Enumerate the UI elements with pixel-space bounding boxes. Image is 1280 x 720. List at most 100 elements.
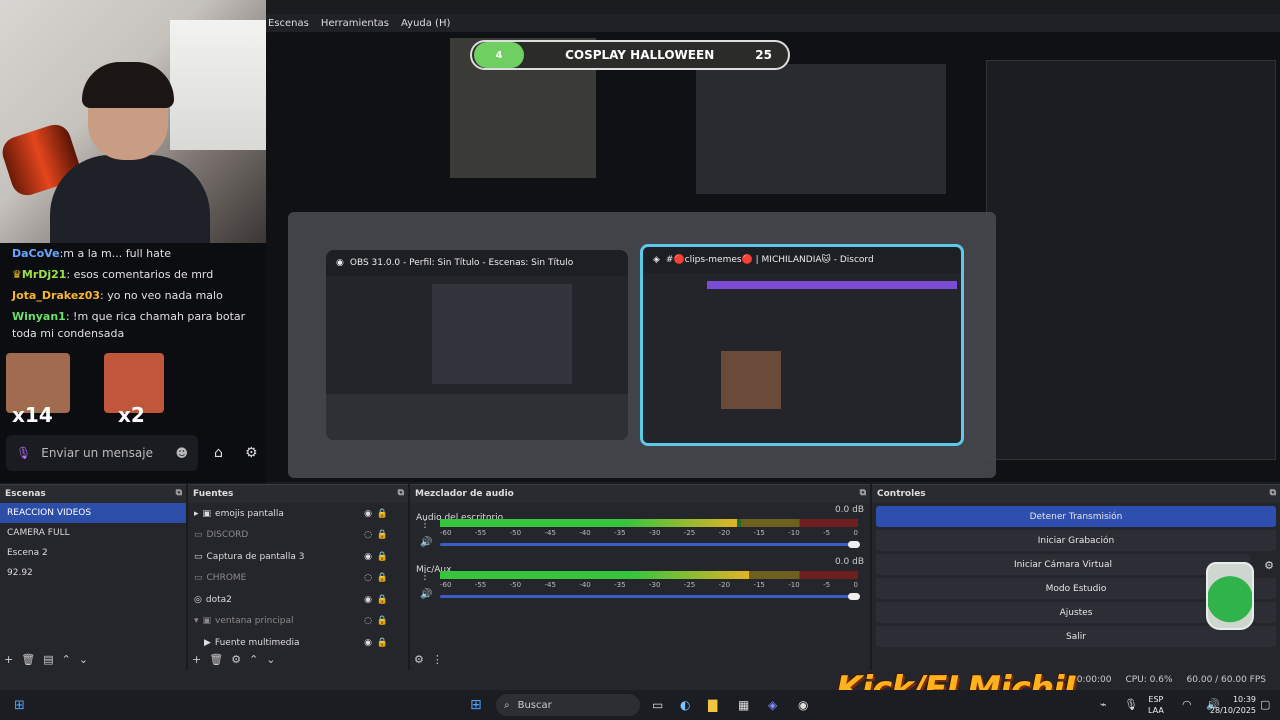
scale-tick: -50: [509, 529, 522, 537]
gear-icon[interactable]: ⚙: [1264, 559, 1274, 572]
switcher-obs-window[interactable]: ◉ OBS 31.0.0 - Perfil: Sin Título - Escen…: [326, 250, 628, 440]
source-item[interactable]: ▶ Fuente multimedia ◉ 🔒: [188, 632, 408, 654]
lock-icon[interactable]: 🔒: [377, 616, 388, 626]
emoji-icon[interactable]: ☻: [175, 446, 188, 460]
streamer-hair: [82, 62, 174, 108]
speaker-icon[interactable]: 🔊: [420, 589, 432, 600]
network-icon[interactable]: ⌁: [1100, 698, 1107, 711]
lock-icon[interactable]: 🔒: [377, 573, 388, 583]
lang-layout: LAA: [1148, 706, 1164, 715]
eye-icon[interactable]: ◉: [364, 638, 372, 648]
dock-undock-icon[interactable]: ⧉: [176, 488, 182, 498]
kebab-icon[interactable]: ⋮: [432, 653, 443, 666]
source-item[interactable]: ▾ ▣ ventana principal ◌ 🔒: [188, 611, 408, 633]
volume-knob[interactable]: [848, 541, 860, 548]
speaker-icon[interactable]: 🔊: [420, 537, 432, 548]
gear-icon[interactable]: ⚙: [231, 653, 241, 666]
eye-icon[interactable]: ◉: [364, 509, 372, 519]
scale-tick: -15: [753, 581, 765, 589]
lock-icon[interactable]: 🔒: [377, 530, 388, 540]
scene-item[interactable]: REACCION VIDEOS: [0, 503, 186, 523]
store-icon[interactable]: ▦: [738, 698, 749, 712]
volume-slider[interactable]: [440, 595, 858, 598]
taskbar-search[interactable]: ⌕ Buscar: [496, 694, 640, 716]
chat-text: : yo no veo nada malo: [100, 289, 223, 302]
lock-icon[interactable]: 🔒: [377, 509, 388, 519]
start-menu-icon[interactable]: ⊞: [470, 697, 482, 713]
scene-item[interactable]: CAMERA FULL: [0, 523, 186, 543]
dock-undock-icon[interactable]: ⧉: [398, 488, 404, 498]
gear-icon[interactable]: ⚙: [414, 653, 424, 666]
trash-icon[interactable]: 🗑: [21, 653, 35, 666]
wifi-icon[interactable]: ◠: [1182, 698, 1192, 711]
mic-icon[interactable]: 🎙: [1124, 698, 1138, 711]
scene-item[interactable]: 92.92: [0, 563, 186, 583]
kebab-icon[interactable]: ⋮: [420, 519, 430, 530]
scale-tick: -55: [474, 581, 487, 589]
menu-scenes[interactable]: Escenas: [268, 18, 309, 29]
scale-tick: -30: [648, 529, 661, 537]
chat-message: Winyan1: !m que rica chamah para botar t…: [0, 306, 266, 344]
taskview-icon[interactable]: ▭: [652, 698, 663, 712]
notification-icon[interactable]: ▢: [1260, 698, 1270, 711]
add-icon[interactable]: +: [192, 653, 201, 666]
up-icon[interactable]: ⌃: [249, 653, 258, 666]
taskbar-clock[interactable]: 10:39 28/10/2025: [1210, 694, 1256, 716]
menu-tools[interactable]: Herramientas: [321, 18, 389, 29]
gear-icon[interactable]: ⚙: [245, 445, 258, 461]
dock-undock-icon[interactable]: ⧉: [1270, 488, 1276, 498]
chat-username[interactable]: Winyan1: [12, 310, 66, 323]
add-icon[interactable]: +: [4, 653, 13, 666]
menu-help[interactable]: Ayuda (H): [401, 18, 450, 29]
down-icon[interactable]: ⌄: [266, 653, 275, 666]
volume-slider[interactable]: [440, 543, 858, 546]
scenes-dock: Escenas ⧉ REACCION VIDEOS CAMERA FULL Esc…: [0, 484, 186, 670]
mixer-title: Mezclador de audio: [415, 489, 514, 499]
switcher-discord-window[interactable]: ◈ #🔴clips-memes🔴 | MICHILANDIA🐱 - Discord: [640, 244, 964, 446]
folder-icon[interactable]: ▇: [708, 698, 717, 712]
lock-icon[interactable]: 🔒: [377, 595, 388, 605]
language-indicator[interactable]: ESP LAA: [1148, 694, 1164, 716]
eye-icon[interactable]: ◉: [364, 595, 372, 605]
chat-username[interactable]: Jota_Drakez03: [12, 289, 100, 302]
chevron-right-icon[interactable]: ▸: [194, 509, 199, 519]
chat-placeholder: Enviar un mensaje: [41, 446, 153, 460]
eye-icon[interactable]: ◉: [364, 552, 372, 562]
chevron-down-icon[interactable]: ▾: [194, 616, 199, 626]
down-icon[interactable]: ⌄: [79, 653, 88, 666]
eye-hidden-icon[interactable]: ◌: [364, 573, 372, 583]
source-item[interactable]: ◎ dota2 ◉ 🔒: [188, 589, 408, 611]
volume-knob[interactable]: [848, 593, 860, 600]
windows-start-icon[interactable]: ⊞: [14, 698, 25, 713]
scale-tick: -45: [544, 529, 556, 537]
dock-undock-icon[interactable]: ⧉: [860, 488, 866, 498]
chat-text: :m a la m... full hate: [59, 247, 171, 260]
eye-hidden-icon[interactable]: ◌: [364, 530, 372, 540]
up-icon[interactable]: ⌃: [62, 653, 71, 666]
discord-icon[interactable]: ◈: [768, 698, 777, 712]
start-virtual-camera-button[interactable]: Iniciar Cámara Virtual: [876, 554, 1250, 575]
source-item[interactable]: ▭ DISCORD ◌ 🔒: [188, 525, 408, 547]
scene-item[interactable]: Escena 2: [0, 543, 186, 563]
store-icon[interactable]: ⌂: [214, 445, 223, 461]
source-item[interactable]: ▸ ▣ emojis pantalla ◉ 🔒: [188, 503, 408, 525]
start-recording-button[interactable]: Iniciar Grabación: [876, 530, 1276, 551]
chat-username[interactable]: MrDj21: [22, 268, 67, 281]
filter-icon[interactable]: ▤: [43, 653, 53, 666]
eye-hidden-icon[interactable]: ◌: [364, 616, 372, 626]
kebab-icon[interactable]: ⋮: [420, 571, 430, 582]
copilot-icon[interactable]: ◐: [680, 698, 690, 712]
chat-username[interactable]: DaCoVe: [12, 247, 60, 260]
mic-icon[interactable]: 🎙: [16, 446, 31, 460]
stop-stream-button[interactable]: Detener Transmisión: [876, 506, 1276, 527]
lock-icon[interactable]: 🔒: [377, 638, 388, 648]
chat-input[interactable]: 🎙 Enviar un mensaje ☻: [6, 435, 198, 471]
lock-icon[interactable]: 🔒: [377, 552, 388, 562]
chat-message: DaCoVe:m a la m... full hate: [0, 243, 266, 264]
obs-icon[interactable]: ◉: [798, 698, 808, 712]
source-item[interactable]: ▭ Captura de pantalla 3 ◉ 🔒: [188, 546, 408, 568]
room-window: [170, 20, 266, 150]
trash-icon[interactable]: 🗑: [209, 653, 223, 666]
scale-tick: -25: [683, 581, 696, 589]
source-item[interactable]: ▭ CHROME ◌ 🔒: [188, 568, 408, 590]
